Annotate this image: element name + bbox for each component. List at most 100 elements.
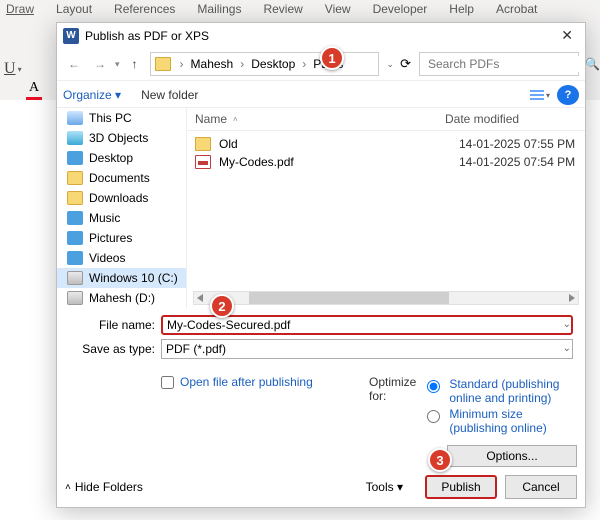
file-date: 14-01-2025 07:55 PM xyxy=(459,137,577,151)
nav-tree[interactable]: This PC 3D Objects Desktop Documents Dow… xyxy=(57,108,187,309)
callout-1: 1 xyxy=(320,46,344,70)
ribbon-tab[interactable]: Help xyxy=(449,2,474,16)
optimize-label: Optimize for: xyxy=(369,375,416,437)
tree-item-downloads[interactable]: Downloads xyxy=(57,188,186,208)
callout-2: 2 xyxy=(210,294,234,318)
ribbon-tab[interactable]: Acrobat xyxy=(496,2,537,16)
tree-item-drive-c[interactable]: Windows 10 (C:) xyxy=(57,268,186,288)
new-folder-button[interactable]: New folder xyxy=(141,88,198,102)
form-area: File name: ⌄ Save as type: ⌄ xyxy=(57,309,585,367)
chevron-right-icon: › xyxy=(237,57,247,71)
search-box[interactable]: 🔍 xyxy=(419,52,579,76)
breadcrumb-seg[interactable]: Desktop xyxy=(249,57,297,71)
breadcrumb[interactable]: › Mahesh › Desktop › PDFs xyxy=(150,52,379,76)
checkbox-icon[interactable] xyxy=(161,376,174,389)
column-date[interactable]: Date modified xyxy=(445,112,577,126)
scrollbar-thumb[interactable] xyxy=(249,292,449,304)
folder-icon xyxy=(155,57,171,71)
cancel-button[interactable]: Cancel xyxy=(505,475,577,499)
tree-item-this-pc[interactable]: This PC xyxy=(57,108,186,128)
downloads-icon xyxy=(67,191,83,205)
close-button[interactable]: ✕ xyxy=(555,27,579,44)
hide-folders-button[interactable]: ˄ Hide Folders xyxy=(65,480,143,494)
tree-item-3d-objects[interactable]: 3D Objects xyxy=(57,128,186,148)
forward-button[interactable]: → xyxy=(89,53,111,75)
folder-icon xyxy=(67,171,83,185)
list-icon xyxy=(530,90,544,100)
open-after-checkbox[interactable]: Open file after publishing xyxy=(161,375,369,389)
ribbon-tab[interactable]: View xyxy=(325,2,351,16)
search-input[interactable] xyxy=(426,56,585,72)
list-item[interactable]: Old 14-01-2025 07:55 PM xyxy=(187,135,585,153)
options-button[interactable]: Options... xyxy=(447,445,577,467)
radio-standard[interactable]: Standard (publishing online and printing… xyxy=(422,377,577,405)
tree-item-videos[interactable]: Videos xyxy=(57,248,186,268)
file-list-pane: Name ˄ Date modified Old 14-01-2025 07:5… xyxy=(187,108,585,309)
ribbon-tab[interactable]: Developer xyxy=(373,2,428,16)
chevron-up-icon: ˄ xyxy=(65,482,71,493)
radio-icon[interactable] xyxy=(427,410,440,423)
tree-item-desktop[interactable]: Desktop xyxy=(57,148,186,168)
ribbon-tab[interactable]: Draw xyxy=(6,2,34,16)
column-name[interactable]: Name xyxy=(195,112,227,126)
desktop-icon xyxy=(67,151,83,165)
drive-icon xyxy=(67,271,83,285)
music-icon xyxy=(67,211,83,225)
chevron-down-icon: ▾ xyxy=(18,65,22,74)
back-button[interactable]: ← xyxy=(63,53,85,75)
chevron-down-icon[interactable]: ⌄ xyxy=(563,319,571,330)
publish-dialog: W Publish as PDF or XPS ✕ ← → ▾ ↑ › Mahe… xyxy=(56,22,586,508)
footer: ˄ Hide Folders Tools ▾ Publish Cancel xyxy=(57,467,585,507)
help-button[interactable]: ? xyxy=(557,85,579,105)
list-item[interactable]: My-Codes.pdf 14-01-2025 07:54 PM xyxy=(187,153,585,171)
titlebar: W Publish as PDF or XPS ✕ xyxy=(57,23,585,48)
sort-asc-icon: ˄ xyxy=(233,115,238,124)
pdf-icon xyxy=(195,155,211,169)
font-color-swatch xyxy=(26,97,42,100)
filename-field[interactable] xyxy=(161,315,573,335)
horizontal-scrollbar[interactable] xyxy=(193,291,579,305)
radio-minimum[interactable]: Minimum size (publishing online) xyxy=(422,407,577,435)
ribbon-tab[interactable]: References xyxy=(114,2,175,16)
file-rows: Old 14-01-2025 07:55 PM My-Codes.pdf 14-… xyxy=(187,131,585,291)
pictures-icon xyxy=(67,231,83,245)
videos-icon xyxy=(67,251,83,265)
chevron-right-icon: › xyxy=(299,57,309,71)
tools-menu[interactable]: Tools ▾ xyxy=(366,480,403,494)
file-name: Old xyxy=(219,137,459,151)
chevron-down-icon[interactable]: ⌄ xyxy=(387,59,395,70)
up-button[interactable]: ↑ xyxy=(124,53,146,75)
saveas-field[interactable] xyxy=(161,339,573,359)
tree-item-music[interactable]: Music xyxy=(57,208,186,228)
radio-icon[interactable] xyxy=(427,380,440,393)
chevron-right-icon: › xyxy=(177,57,187,71)
tree-item-pictures[interactable]: Pictures xyxy=(57,228,186,248)
search-icon: 🔍 xyxy=(585,57,600,71)
view-mode-button[interactable]: ▾ xyxy=(529,85,551,105)
underline-button[interactable]: U ▾ xyxy=(4,60,22,78)
ribbon-tabs: Draw Layout References Mailings Review V… xyxy=(6,2,537,16)
publish-button[interactable]: Publish xyxy=(425,475,497,499)
tree-item-drive-d[interactable]: Mahesh (D:) xyxy=(57,288,186,308)
ribbon-tab[interactable]: Mailings xyxy=(197,2,241,16)
file-name: My-Codes.pdf xyxy=(219,155,459,169)
organize-menu[interactable]: Organize ▾ xyxy=(63,88,121,102)
font-color-icon: A xyxy=(26,80,42,96)
column-headers[interactable]: Name ˄ Date modified xyxy=(187,108,585,131)
underline-icon: U xyxy=(4,60,16,78)
history-dropdown-icon[interactable]: ▾ xyxy=(115,59,120,70)
ribbon-tab[interactable]: Review xyxy=(263,2,302,16)
tree-item-documents[interactable]: Documents xyxy=(57,168,186,188)
dialog-title: Publish as PDF or XPS xyxy=(85,29,555,43)
filename-label: File name: xyxy=(65,318,155,332)
ribbon-tab[interactable]: Layout xyxy=(56,2,92,16)
3d-icon xyxy=(67,131,83,145)
saveas-label: Save as type: xyxy=(65,342,155,356)
font-color-button[interactable]: A xyxy=(26,80,42,100)
refresh-button[interactable]: ⟳ xyxy=(400,56,411,72)
folder-icon xyxy=(195,137,211,151)
word-icon: W xyxy=(63,28,79,44)
breadcrumb-seg[interactable]: Mahesh xyxy=(189,57,236,71)
chevron-down-icon[interactable]: ⌄ xyxy=(563,343,571,354)
file-date: 14-01-2025 07:54 PM xyxy=(459,155,577,169)
